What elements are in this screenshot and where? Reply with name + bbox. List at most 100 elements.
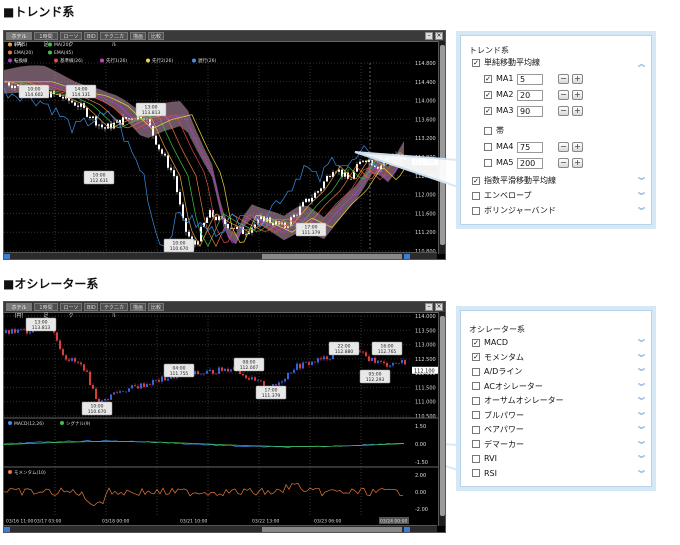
chart-tab[interactable]: 比較 bbox=[148, 303, 164, 311]
close-icon[interactable]: × bbox=[435, 303, 443, 311]
time-axis-label: 03/17 03:00 bbox=[34, 519, 62, 525]
ma-checkbox-row[interactable]: MA4 bbox=[484, 141, 513, 153]
candle-body bbox=[56, 332, 58, 341]
oscillator-checkbox-row[interactable]: RSI bbox=[472, 468, 497, 480]
candle-body bbox=[284, 379, 286, 382]
expand-chevron-icon[interactable]: ︾ bbox=[638, 427, 645, 434]
vertical-scrollbar[interactable] bbox=[438, 312, 445, 526]
ma-period-input[interactable]: 75 bbox=[517, 142, 543, 153]
expand-chevron-icon[interactable]: ︾ bbox=[638, 178, 645, 185]
ma-period-input[interactable]: 5 bbox=[517, 74, 543, 85]
oscillator-checkbox[interactable] bbox=[472, 440, 480, 448]
indicator-checkbox-row[interactable]: エンベロープ bbox=[472, 190, 532, 202]
candle-body bbox=[245, 375, 247, 379]
sma-checkbox-row[interactable]: ✓ 単純移動平均線 bbox=[472, 57, 540, 69]
minimize-icon[interactable]: – bbox=[425, 303, 433, 311]
expand-chevron-icon[interactable]: ︾ bbox=[638, 383, 645, 391]
horizontal-scrollbar[interactable] bbox=[4, 525, 437, 532]
ma-checkbox[interactable] bbox=[484, 158, 492, 167]
oscillator-checkbox-row[interactable]: デマーカー bbox=[472, 439, 524, 451]
band-checkbox-row[interactable]: 帯 bbox=[484, 125, 504, 137]
indicator-checkbox-row[interactable]: ボリンジャーバンド bbox=[472, 205, 556, 217]
candle-body bbox=[395, 363, 397, 364]
ma-checkbox[interactable] bbox=[484, 142, 492, 151]
expand-chevron-icon[interactable]: ︾ bbox=[638, 441, 645, 449]
ma-checkbox[interactable]: ✓ bbox=[484, 90, 492, 99]
ma-checkbox[interactable]: ✓ bbox=[484, 106, 492, 115]
expand-chevron-icon[interactable]: ︾ bbox=[638, 369, 645, 376]
oscillator-checkbox[interactable] bbox=[472, 411, 480, 419]
ma-checkbox[interactable]: ✓ bbox=[484, 74, 492, 83]
increment-button[interactable]: + bbox=[572, 90, 583, 100]
ma-period-input[interactable]: 200 bbox=[517, 158, 543, 169]
oscillator-checkbox-row[interactable]: オーサムオシレーター bbox=[472, 395, 564, 407]
decrement-button[interactable]: − bbox=[558, 142, 569, 152]
oscillator-chart-canvas[interactable]: 114.000113.500113.000112.500112.000111.5… bbox=[4, 312, 446, 525]
oscillator-checkbox-row[interactable]: ブルパワー bbox=[472, 410, 524, 422]
expand-chevron-icon[interactable]: ︾ bbox=[638, 340, 645, 347]
expand-chevron-icon[interactable]: ︾ bbox=[638, 412, 645, 420]
oscillator-checkbox[interactable]: ✓ bbox=[472, 353, 480, 361]
indicator-checkbox[interactable] bbox=[472, 206, 480, 215]
indicator-checkbox-row[interactable]: ✓ 指数平滑移動平均線 bbox=[472, 175, 556, 187]
indicator-checkbox[interactable]: ✓ bbox=[472, 176, 480, 185]
chart-tab[interactable]: 1時間足 bbox=[34, 303, 58, 319]
ma-period-input[interactable]: 20 bbox=[517, 90, 543, 101]
ma-checkbox-row[interactable]: ✓ MA2 bbox=[484, 89, 513, 101]
chart-tab[interactable]: BID bbox=[84, 303, 98, 311]
chart-tab[interactable]: ローソク bbox=[60, 303, 82, 319]
oscillator-label: オーサムオシレーター bbox=[484, 396, 564, 405]
increment-button[interactable]: + bbox=[572, 74, 583, 84]
callout-time: 08:00 bbox=[243, 360, 256, 366]
oscillator-checkbox-row[interactable]: ✓ モメンタム bbox=[472, 352, 524, 364]
oscillator-checkbox-row[interactable]: RVI bbox=[472, 453, 497, 465]
oscillator-checkbox[interactable] bbox=[472, 425, 480, 434]
expand-chevron-icon[interactable]: ︾ bbox=[638, 193, 645, 200]
indicator-checkbox[interactable] bbox=[472, 191, 480, 200]
expand-chevron-icon[interactable]: ︾ bbox=[638, 354, 645, 362]
chart-tab[interactable]: テクニカル bbox=[100, 303, 128, 319]
oscillator-checkbox-row[interactable]: ACオシレーター bbox=[472, 381, 543, 393]
oscillator-checkbox-row[interactable]: ベアパワー bbox=[472, 424, 524, 436]
momentum-line bbox=[4, 482, 404, 507]
expand-chevron-icon[interactable]: ︾ bbox=[638, 456, 645, 463]
time-axis-label: 03/24 00:00 bbox=[380, 519, 408, 525]
expand-chevron-icon[interactable]: ︾ bbox=[638, 398, 645, 405]
decrement-button[interactable]: − bbox=[558, 106, 569, 116]
oscillator-checkbox-row[interactable]: A/Dライン bbox=[472, 366, 522, 378]
ma-checkbox-row[interactable]: MA5 bbox=[484, 157, 513, 169]
oscillator-checkbox[interactable] bbox=[472, 367, 480, 376]
sma-checkbox[interactable]: ✓ bbox=[472, 58, 480, 67]
collapse-chevron-icon[interactable]: ︽ bbox=[638, 61, 645, 68]
time-axis-label: 03/16 11:00 bbox=[6, 519, 34, 525]
expand-chevron-icon[interactable]: ︾ bbox=[638, 470, 645, 478]
scroll-left-handle[interactable] bbox=[4, 527, 10, 532]
chart-tab[interactable]: 描画 bbox=[130, 303, 146, 311]
oscillator-label: RSI bbox=[484, 468, 497, 478]
oscillator-checkbox[interactable] bbox=[472, 382, 480, 390]
increment-button[interactable]: + bbox=[572, 158, 583, 168]
oscillator-chart-window[interactable]: ホテル(円) 1時間足 ローソク BID テクニカル 描画 比較 – × 114.000 11… bbox=[3, 301, 446, 533]
oscillator-checkbox[interactable]: ✓ bbox=[472, 338, 480, 347]
callout-price: 110.670 bbox=[88, 409, 107, 415]
oscillator-checkbox[interactable] bbox=[472, 454, 480, 463]
increment-button[interactable]: + bbox=[572, 142, 583, 152]
oscillator-checkbox[interactable] bbox=[472, 396, 480, 405]
candle-body bbox=[359, 350, 361, 352]
chart-tab[interactable]: ホテル(円) bbox=[6, 303, 32, 319]
decrement-button[interactable]: − bbox=[558, 158, 569, 168]
expand-chevron-icon[interactable]: ︾ bbox=[638, 208, 645, 215]
scroll-right-handle[interactable] bbox=[404, 527, 410, 532]
sma-label: 単純移動平均線 bbox=[484, 58, 540, 67]
horizontal-scroll-thumb[interactable] bbox=[262, 527, 402, 532]
ma-checkbox-row[interactable]: ✓ MA3 bbox=[484, 105, 513, 117]
ma-checkbox-row[interactable]: ✓ MA1 bbox=[484, 73, 513, 85]
band-checkbox[interactable] bbox=[484, 126, 492, 135]
decrement-button[interactable]: − bbox=[558, 74, 569, 84]
ma-period-input[interactable]: 90 bbox=[517, 106, 543, 117]
increment-button[interactable]: + bbox=[572, 106, 583, 116]
vertical-scroll-thumb[interactable] bbox=[440, 316, 445, 516]
oscillator-checkbox-row[interactable]: ✓ MACD bbox=[472, 337, 508, 349]
oscillator-checkbox[interactable] bbox=[472, 469, 480, 477]
decrement-button[interactable]: − bbox=[558, 90, 569, 100]
